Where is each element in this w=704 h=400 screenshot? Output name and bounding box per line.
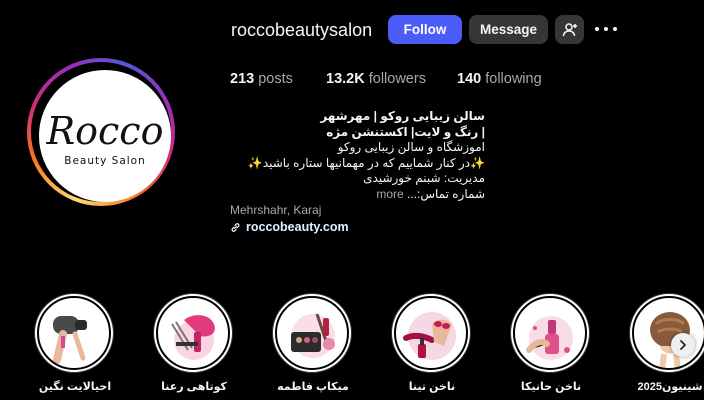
profile-avatar-ring[interactable]: Rocco Beauty Salon (27, 58, 175, 206)
bio-name-line2: | رنگ و لایت| اکستنشن مژه (326, 124, 485, 139)
highlights-next-button[interactable] (671, 333, 695, 357)
hair-updo-icon (650, 312, 690, 371)
link-icon (231, 222, 240, 232)
following-label: following (485, 71, 542, 87)
nail-polish-icon (403, 312, 456, 360)
bio-line-4: شماره تماس:... (407, 186, 485, 201)
highlight-cover (272, 293, 352, 373)
logo-subtitle: Beauty Salon (64, 155, 146, 167)
bio-more-link[interactable]: more (376, 187, 403, 201)
add-user-icon (562, 22, 577, 36)
highlight-cover (629, 293, 704, 373)
website-link[interactable]: roccobeauty.com (230, 220, 349, 234)
stat-posts: 213 posts (230, 71, 293, 87)
highlight-item[interactable]: ناخن حانیکا (510, 293, 592, 393)
highlight-label: احیالایت نگین (38, 381, 112, 393)
hair-dryer-icon (53, 316, 87, 364)
highlight-cover (34, 293, 114, 373)
highlight-item[interactable]: ناخن تینا (391, 293, 473, 393)
avatar[interactable]: Rocco Beauty Salon (39, 70, 171, 202)
highlight-cover (510, 293, 590, 373)
logo-title: Rocco (46, 109, 164, 153)
makeup-icon (291, 313, 335, 358)
sparkle-icon: ✨ (470, 155, 485, 170)
highlight-label: ناخن تینا (408, 381, 456, 393)
highlight-cover (153, 293, 233, 373)
highlight-label: میکاپ فاطمه (277, 381, 349, 393)
follow-button[interactable]: Follow (388, 15, 462, 44)
highlight-cover (391, 293, 471, 373)
highlight-label: ناخن حانیکا (520, 381, 582, 393)
posts-count: 213 (230, 71, 255, 87)
followers-label: followers (368, 71, 426, 87)
rocco-logo: Rocco Beauty Salon (46, 109, 164, 167)
following-count: 140 (457, 71, 482, 87)
bio: سالن زیبایی روکو | مهرشهر | رنگ و لایت| … (230, 109, 485, 202)
bio-name-line1: سالن زیبایی روکو | مهرشهر (320, 109, 485, 123)
nail-polish-bottle-icon (526, 316, 573, 360)
message-button[interactable]: Message (469, 15, 548, 44)
bio-line-2-wrap: ✨در کنار شماییم که در مهمانیها ستاره باش… (230, 156, 485, 172)
avatar-gap: Rocco Beauty Salon (31, 62, 171, 202)
highlight-label: شینیون2025 (637, 381, 703, 393)
suggested-accounts-button[interactable] (555, 15, 584, 44)
stat-followers[interactable]: 13.2K followers (326, 71, 426, 87)
location-text: Mehrshahr, Karaj (230, 203, 322, 217)
highlight-label: کوتاهی رعنا (161, 381, 227, 393)
stat-following[interactable]: 140 following (457, 71, 542, 87)
bio-line-1: اموزشگاه و سالن زیبایی روکو (337, 140, 485, 154)
more-options-icon[interactable] (595, 19, 617, 39)
styling-tools-icon (171, 315, 215, 360)
bio-line-3: مدیریت: شبنم خورشیدی (363, 171, 485, 185)
profile-username: roccobeautysalon (231, 20, 373, 40)
highlight-item[interactable]: احیالایت نگین (34, 293, 116, 393)
posts-label: posts (258, 71, 293, 87)
bio-line-2: در کنار شماییم که در مهمانیها ستاره باشی… (262, 155, 471, 170)
chevron-right-icon (680, 340, 686, 350)
sparkle-icon: ✨ (247, 155, 263, 170)
bio-line-4-wrap: شماره تماس:... more (230, 187, 485, 203)
website-url: roccobeauty.com (246, 220, 349, 234)
followers-count: 13.2K (326, 71, 365, 87)
highlight-item[interactable]: کوتاهی رعنا (153, 293, 235, 393)
highlight-item[interactable]: میکاپ فاطمه (272, 293, 354, 393)
